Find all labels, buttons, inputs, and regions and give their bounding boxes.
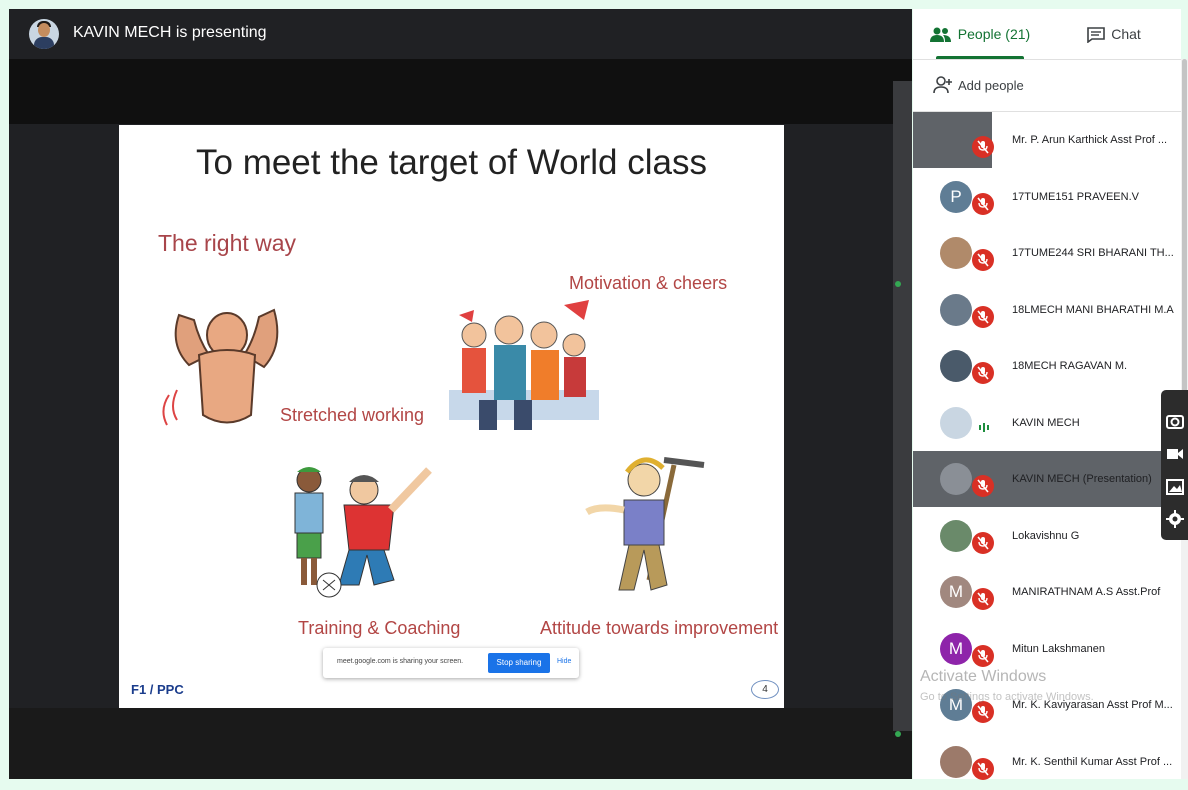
- participant-name: MANIRATHNAM A.S Asst.Prof: [1012, 586, 1161, 598]
- mic-off-icon: [972, 136, 994, 158]
- presenter-header: KAVIN MECH is presenting: [9, 9, 912, 59]
- participant-row[interactable]: 17TUME244 SRI BHARANI TH...: [913, 225, 1181, 281]
- windows-activation-watermark: Activate Windows: [920, 668, 1047, 685]
- mic-off-icon: [972, 644, 994, 667]
- slide-label-right-way: The right way: [158, 230, 297, 256]
- hide-button[interactable]: Hide: [557, 658, 571, 665]
- people-icon: [929, 27, 951, 43]
- add-person-icon: [933, 76, 952, 94]
- participant-avatar: [940, 237, 972, 269]
- participant-name: KAVIN MECH (Presentation): [1012, 473, 1152, 485]
- mic-off-icon: [972, 192, 994, 215]
- tab-chat[interactable]: Chat: [1047, 9, 1181, 59]
- participant-row[interactable]: KAVIN MECH: [913, 395, 1181, 451]
- stop-sharing-button[interactable]: Stop sharing: [488, 653, 550, 673]
- floating-toolbar: [1161, 390, 1188, 540]
- screen-share-notification: meet.google.com is sharing your screen. …: [323, 648, 579, 678]
- participant-avatar: M: [940, 576, 972, 608]
- add-people-button[interactable]: Add people: [913, 60, 1181, 112]
- participant-row[interactable]: KAVIN MECH (Presentation): [913, 451, 1181, 507]
- participant-avatar: [940, 463, 972, 495]
- participant-row[interactable]: Lokavishnu G: [913, 508, 1181, 564]
- speaking-indicator-icon: [979, 419, 991, 432]
- mic-off-icon: [972, 249, 994, 271]
- slide-page-number: 4: [751, 680, 779, 699]
- fans-clipart: [449, 300, 599, 430]
- scrollbar-thumb[interactable]: [1182, 59, 1187, 409]
- tab-people-label: People (21): [957, 26, 1031, 42]
- active-tab-indicator: [936, 56, 1024, 59]
- participant-avatar: [940, 350, 972, 382]
- letterbox-bottom: [9, 708, 912, 779]
- participant-name: Mr. P. Arun Karthick Asst Prof ...: [1012, 134, 1168, 146]
- participant-row[interactable]: 18MECH RAGAVAN M.: [913, 338, 1181, 394]
- people-panel: People (21) Chat Add people Mr. P. Arun …: [913, 9, 1181, 780]
- mic-off-icon: [972, 701, 994, 723]
- participant-strip: [893, 81, 912, 737]
- slide-label-attitude: Attitude towards improvement: [540, 618, 779, 638]
- participant-row[interactable]: 18LMECH MANI BHARATHI M.A: [913, 282, 1181, 338]
- participant-name: 17TUME151 PRAVEEN.V: [1012, 190, 1139, 203]
- participant-name: Mr. K. Senthil Kumar Asst Prof ...: [1012, 755, 1173, 768]
- worker-clipart: [585, 457, 705, 591]
- panel-tabs: People (21) Chat: [913, 9, 1181, 60]
- presenter-title: KAVIN MECH is presenting: [73, 24, 267, 41]
- participant-avatar: M: [940, 632, 972, 665]
- slide-label-motivation: Motivation & cheers: [569, 273, 728, 293]
- mic-off-icon: [972, 475, 994, 497]
- participant-name: 18LMECH MANI BHARATHI M.A: [1012, 303, 1174, 316]
- mic-off-icon: [972, 305, 994, 328]
- presentation-stage: KAVIN MECH is presenting To meet the tar…: [9, 9, 912, 779]
- participant-row[interactable]: M MANIRATHNAM A.S Asst.Prof: [913, 564, 1181, 620]
- participant-name: Lokavishnu G: [1012, 529, 1080, 542]
- participant-avatar: [940, 519, 972, 552]
- tab-people[interactable]: People (21): [913, 9, 1047, 59]
- camera-icon[interactable]: [1166, 412, 1184, 430]
- add-people-label: Add people: [958, 78, 1024, 93]
- slide-label-training: Training & Coaching: [298, 618, 461, 638]
- participant-name: Mitun Lakshmanen: [1012, 642, 1105, 655]
- slide-footer: F1 / PPC: [131, 682, 184, 697]
- participant-row[interactable]: P 17TUME151 PRAVEEN.V: [913, 169, 1181, 225]
- slide-label-stretched: Stretched working: [280, 405, 425, 425]
- participant-avatar: P: [940, 180, 972, 213]
- participant-name: 17TUME244 SRI BHARANI TH...: [1012, 247, 1174, 259]
- tab-chat-label: Chat: [1111, 26, 1141, 42]
- windows-activation-subtitle: Go to Settings to activate Windows.: [920, 691, 1094, 703]
- image-icon[interactable]: [1166, 478, 1184, 496]
- mic-off-icon: [972, 531, 994, 554]
- participant-avatar: [940, 406, 972, 439]
- muscle-man-clipart: [162, 308, 279, 426]
- mic-off-icon: [972, 362, 994, 384]
- participant-name: KAVIN MECH: [1012, 416, 1080, 429]
- gear-icon[interactable]: [1166, 510, 1184, 528]
- video-icon[interactable]: [1166, 445, 1184, 463]
- share-message: meet.google.com is sharing your screen.: [337, 658, 464, 665]
- participant-avatar: [940, 745, 972, 778]
- participant-row[interactable]: Mr. P. Arun Karthick Asst Prof ...: [913, 112, 1181, 168]
- participant-avatar: [940, 293, 972, 326]
- letterbox-top: [9, 59, 912, 124]
- slide-title: To meet the target of World class: [196, 143, 707, 182]
- coach-clipart: [294, 467, 432, 598]
- presenter-avatar: [29, 19, 59, 49]
- participant-row[interactable]: Mr. K. Senthil Kumar Asst Prof ...: [913, 734, 1181, 790]
- chat-icon: [1087, 27, 1106, 44]
- presentation-slide: To meet the target of World class The ri…: [119, 125, 784, 708]
- participant-name: 18MECH RAGAVAN M.: [1012, 360, 1128, 372]
- mic-off-icon: [972, 588, 994, 610]
- mic-off-icon: [972, 757, 994, 780]
